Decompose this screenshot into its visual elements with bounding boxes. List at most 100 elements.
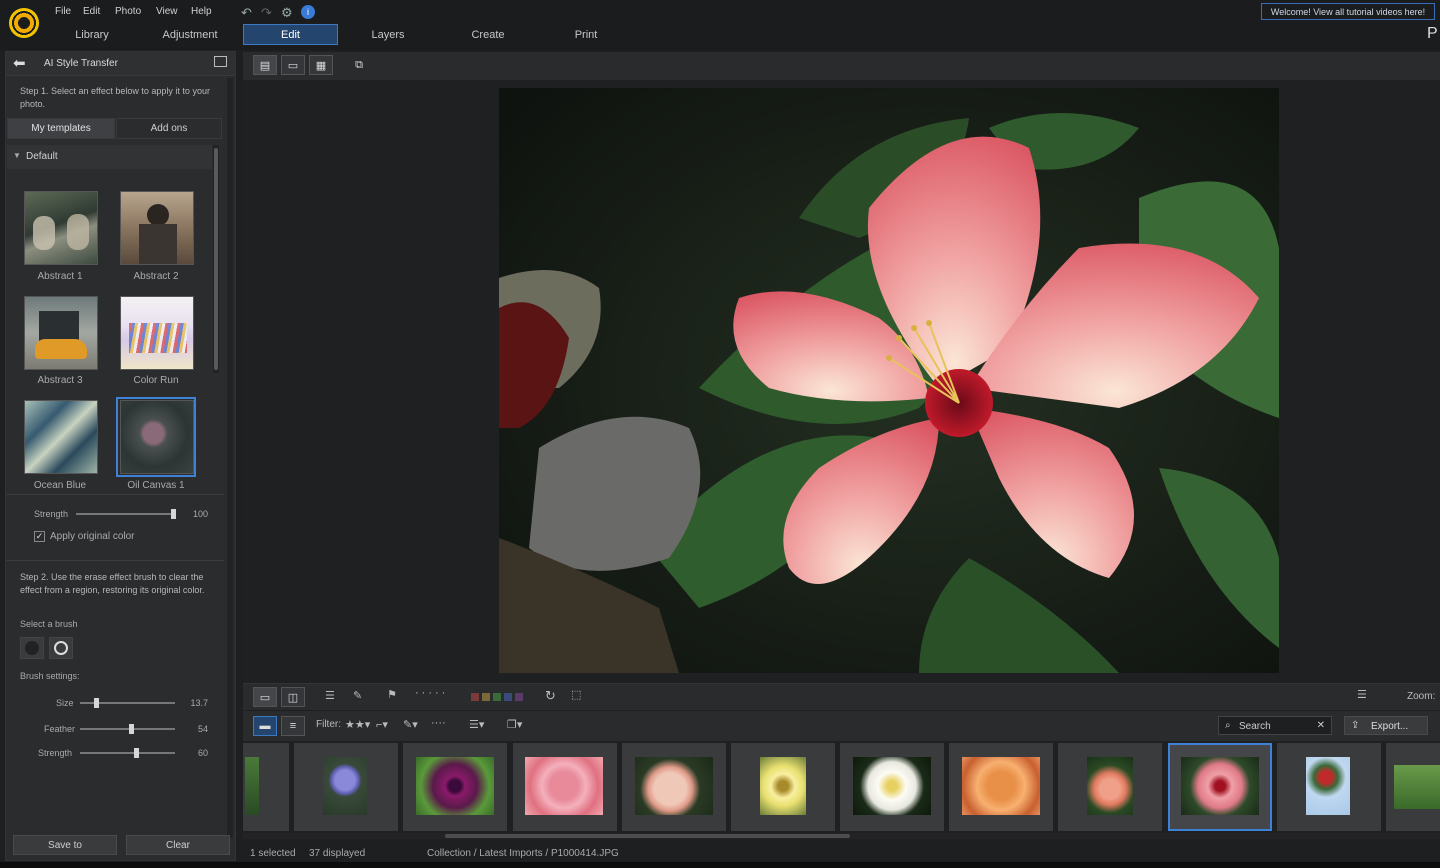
rotate-icon[interactable]: ↻ xyxy=(545,688,556,704)
compare-view-icon[interactable]: ▭ xyxy=(281,55,305,75)
filmstrip-view-icon[interactable]: ▭ xyxy=(253,687,277,707)
filter-color-dropdown[interactable]: ···· xyxy=(431,717,446,729)
apply-original-color-checkbox[interactable]: ✓ xyxy=(34,531,45,542)
slider-knob[interactable] xyxy=(134,748,139,758)
color-label-blue[interactable] xyxy=(504,693,512,701)
single-view-icon[interactable]: ▤ xyxy=(253,55,277,75)
film-thumb[interactable] xyxy=(403,743,507,831)
filter-rating-dropdown[interactable]: ★★▾ xyxy=(345,718,370,731)
filmstrip-scrollbar-thumb[interactable] xyxy=(445,834,850,838)
step1-text: Step 1. Select an effect below to apply … xyxy=(20,86,210,109)
feather-label: Feather xyxy=(44,724,76,734)
menu-edit[interactable]: Edit xyxy=(83,6,100,17)
color-label-red[interactable] xyxy=(471,693,479,701)
tab-layers[interactable]: Layers xyxy=(358,24,418,45)
redo-icon[interactable]: ↷ xyxy=(261,5,272,21)
menu-help[interactable]: Help xyxy=(191,6,212,17)
brush-strength-label: Strength xyxy=(38,748,73,758)
displayed-count: 37 displayed xyxy=(309,848,366,859)
list-view-icon[interactable]: ≡ xyxy=(281,716,305,736)
panel-header: ⬅ AI Style Transfer xyxy=(6,52,235,76)
color-label-purple[interactable] xyxy=(515,693,523,701)
color-label-yellow[interactable] xyxy=(482,693,490,701)
menu-view[interactable]: View xyxy=(156,6,178,17)
tab-edit[interactable]: Edit xyxy=(243,24,338,45)
template-thumb-abstract-1[interactable] xyxy=(24,191,98,265)
paste-settings-icon[interactable]: ☰ xyxy=(325,689,335,702)
tag-edit-icon[interactable]: ✎ xyxy=(353,689,362,702)
brush-strength-value: 60 xyxy=(197,748,208,758)
film-thumb[interactable] xyxy=(1277,743,1381,831)
tab-library[interactable]: Library xyxy=(62,24,122,45)
thumbnail-view-icon[interactable]: ▬ xyxy=(253,716,277,736)
tab-my-templates[interactable]: My templates xyxy=(7,118,115,139)
film-thumb[interactable] xyxy=(840,743,944,831)
section-label: Default xyxy=(26,151,58,162)
grid-view-icon[interactable]: ▦ xyxy=(309,55,333,75)
film-thumb[interactable] xyxy=(1058,743,1162,831)
size-value: 13.7 xyxy=(190,698,208,708)
tab-create[interactable]: Create xyxy=(458,24,518,45)
film-thumb[interactable] xyxy=(513,743,617,831)
clear-button[interactable]: Clear xyxy=(126,835,230,855)
film-thumb[interactable] xyxy=(949,743,1053,831)
stack-dropdown[interactable]: ❐▾ xyxy=(507,718,522,731)
brush-strength-slider[interactable] xyxy=(80,747,175,759)
filter-flag-dropdown[interactable]: ⌐▾ xyxy=(376,718,388,731)
crop-icon[interactable]: ⬚ xyxy=(571,688,581,701)
save-to-button[interactable]: Save to xyxy=(13,835,117,855)
strength-slider[interactable] xyxy=(76,508,176,520)
brush-smart-button[interactable] xyxy=(49,637,73,659)
template-thumb-color-run[interactable] xyxy=(120,296,194,370)
color-label-green[interactable] xyxy=(493,693,501,701)
template-label: Ocean Blue xyxy=(33,480,87,491)
film-thumb[interactable] xyxy=(243,743,289,831)
panel-scrollbar[interactable] xyxy=(227,78,233,838)
sort-dropdown[interactable]: ☰▾ xyxy=(469,718,484,731)
film-thumb[interactable] xyxy=(731,743,835,831)
default-section-header[interactable]: ▼ Default xyxy=(7,145,212,169)
template-scrollbar-thumb[interactable] xyxy=(214,148,218,370)
film-thumb[interactable] xyxy=(622,743,726,831)
welcome-tutorial-link[interactable]: Welcome! View all tutorial videos here! xyxy=(1261,3,1435,20)
brush-solid-button[interactable] xyxy=(20,637,44,659)
template-label: Color Run xyxy=(133,375,179,386)
film-thumb-selected[interactable] xyxy=(1168,743,1272,831)
back-arrow-icon[interactable]: ⬅ xyxy=(13,54,26,72)
ai-style-transfer-panel: ⬅ AI Style Transfer Step 1. Select an ef… xyxy=(5,51,236,861)
step2-text: Step 2. Use the erase effect brush to cl… xyxy=(20,572,205,595)
dual-view-icon[interactable]: ◫ xyxy=(281,687,305,707)
strength-label: Strength xyxy=(34,509,69,519)
slider-knob[interactable] xyxy=(94,698,99,708)
search-input[interactable]: ⌕ Search ✕ xyxy=(1218,716,1332,735)
menu-file[interactable]: File xyxy=(55,6,71,17)
undo-icon[interactable]: ↶ xyxy=(241,5,252,21)
slider-knob[interactable] xyxy=(171,509,176,519)
export-button[interactable]: ⇪ Export... xyxy=(1344,716,1428,735)
template-label: Abstract 2 xyxy=(133,271,179,282)
flag-icon[interactable]: ⚑ xyxy=(387,688,397,701)
export-icon: ⇪ xyxy=(1351,720,1360,731)
tab-add-ons[interactable]: Add ons xyxy=(116,118,222,139)
sort-icon[interactable]: ☰ xyxy=(1357,688,1367,701)
slider-knob[interactable] xyxy=(129,724,134,734)
rating-dots[interactable]: ····· xyxy=(415,687,448,699)
main-photo[interactable] xyxy=(499,88,1279,673)
size-slider[interactable] xyxy=(80,697,175,709)
filter-edit-dropdown[interactable]: ✎▾ xyxy=(403,718,418,731)
template-thumb-abstract-2[interactable] xyxy=(120,191,194,265)
menu-photo[interactable]: Photo xyxy=(115,6,141,17)
zoom-label: Zoom: xyxy=(1407,691,1436,702)
feather-slider[interactable] xyxy=(80,723,175,735)
close-icon[interactable]: ✕ xyxy=(1317,720,1325,731)
info-icon[interactable]: i xyxy=(301,5,315,19)
tab-adjustment[interactable]: Adjustment xyxy=(150,24,230,45)
film-thumb[interactable] xyxy=(1386,743,1440,831)
expand-icon[interactable] xyxy=(214,56,227,67)
film-thumb[interactable] xyxy=(294,743,398,831)
template-thumb-abstract-3[interactable] xyxy=(24,296,98,370)
gear-icon[interactable]: ⚙ xyxy=(281,5,293,21)
tab-print[interactable]: Print xyxy=(556,24,616,45)
template-thumb-ocean-blue[interactable] xyxy=(24,400,98,474)
secondary-display-icon[interactable]: ⧉ xyxy=(347,55,371,75)
